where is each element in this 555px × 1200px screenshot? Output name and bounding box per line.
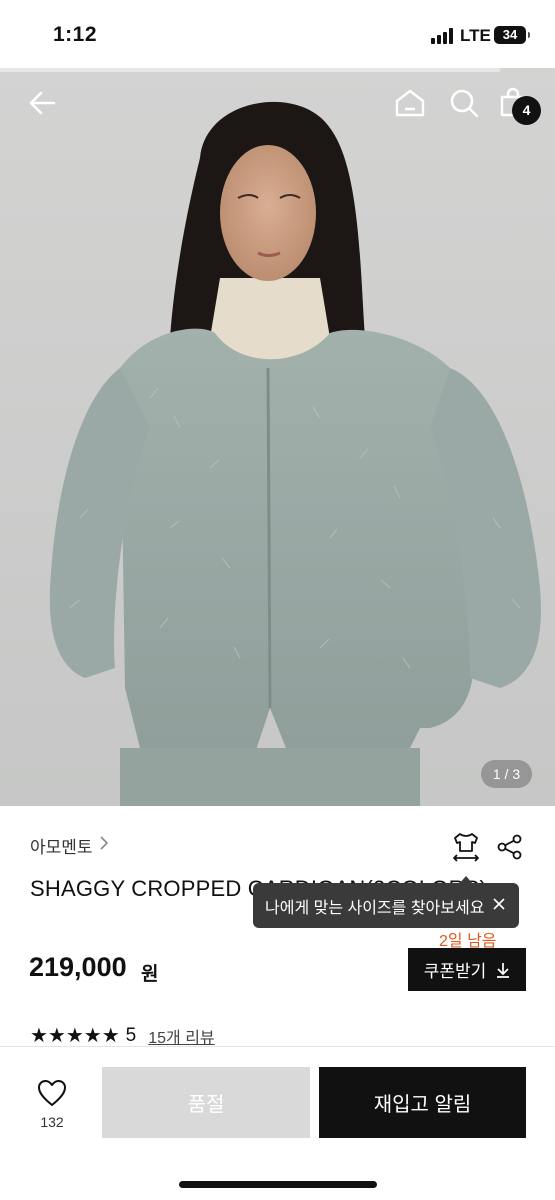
battery-icon: 34 [494,26,530,44]
brand-name: 아모멘토 [30,838,93,857]
coupon-label: 쿠폰받기 [423,962,487,981]
home-indicator [179,1181,377,1188]
review-link[interactable]: 15개 리뷰 [148,1024,214,1048]
image-progress-bar [0,68,500,72]
back-button[interactable] [26,86,60,120]
chevron-right-icon [99,836,109,855]
bottom-action-bar: 132 품절 재입고 알림 [0,1046,555,1200]
share-icon [497,834,522,860]
size-tooltip-text: 나에게 맞는 사이즈를 찾아보세요 [265,899,485,917]
image-counter: 1 / 3 [481,760,532,788]
size-guide-button[interactable] [451,831,481,863]
size-tooltip[interactable]: 나에게 맞는 사이즈를 찾아보세요 [253,876,519,928]
brand-link[interactable]: 아모멘토 [30,833,109,858]
product-image[interactable]: 4 1 / 3 [0,68,555,806]
status-time: 1:12 [53,23,98,46]
wishlist-button[interactable]: 132 [30,1079,74,1130]
cart-count-badge: 4 [512,96,541,125]
rating-score: 5 [125,1024,137,1046]
search-icon [450,89,479,118]
restock-alert-button[interactable]: 재입고 알림 [319,1067,526,1138]
size-guide-icon [453,833,479,862]
status-bar: 1:12 LTE 34 [0,0,555,68]
network-label: LTE [460,26,491,45]
search-button[interactable] [447,86,481,120]
signal-icon [431,28,455,44]
wish-count: 132 [40,1114,64,1130]
product-photo [0,68,555,806]
home-icon [395,89,425,117]
home-button[interactable] [393,86,427,120]
rating-stars: ★★★★★ [30,1025,120,1047]
download-icon [497,962,510,978]
soldout-button[interactable]: 품절 [102,1067,310,1138]
back-arrow-icon [29,91,56,115]
rating-row: ★★★★★ 5 15개 리뷰 [30,1023,215,1048]
share-button[interactable] [496,833,524,861]
coupon-button[interactable]: 쿠폰받기 [408,948,526,991]
close-icon[interactable] [489,895,509,915]
price: 219,000 [29,952,127,982]
price-unit: 원 [141,964,159,985]
heart-icon [38,1080,66,1106]
